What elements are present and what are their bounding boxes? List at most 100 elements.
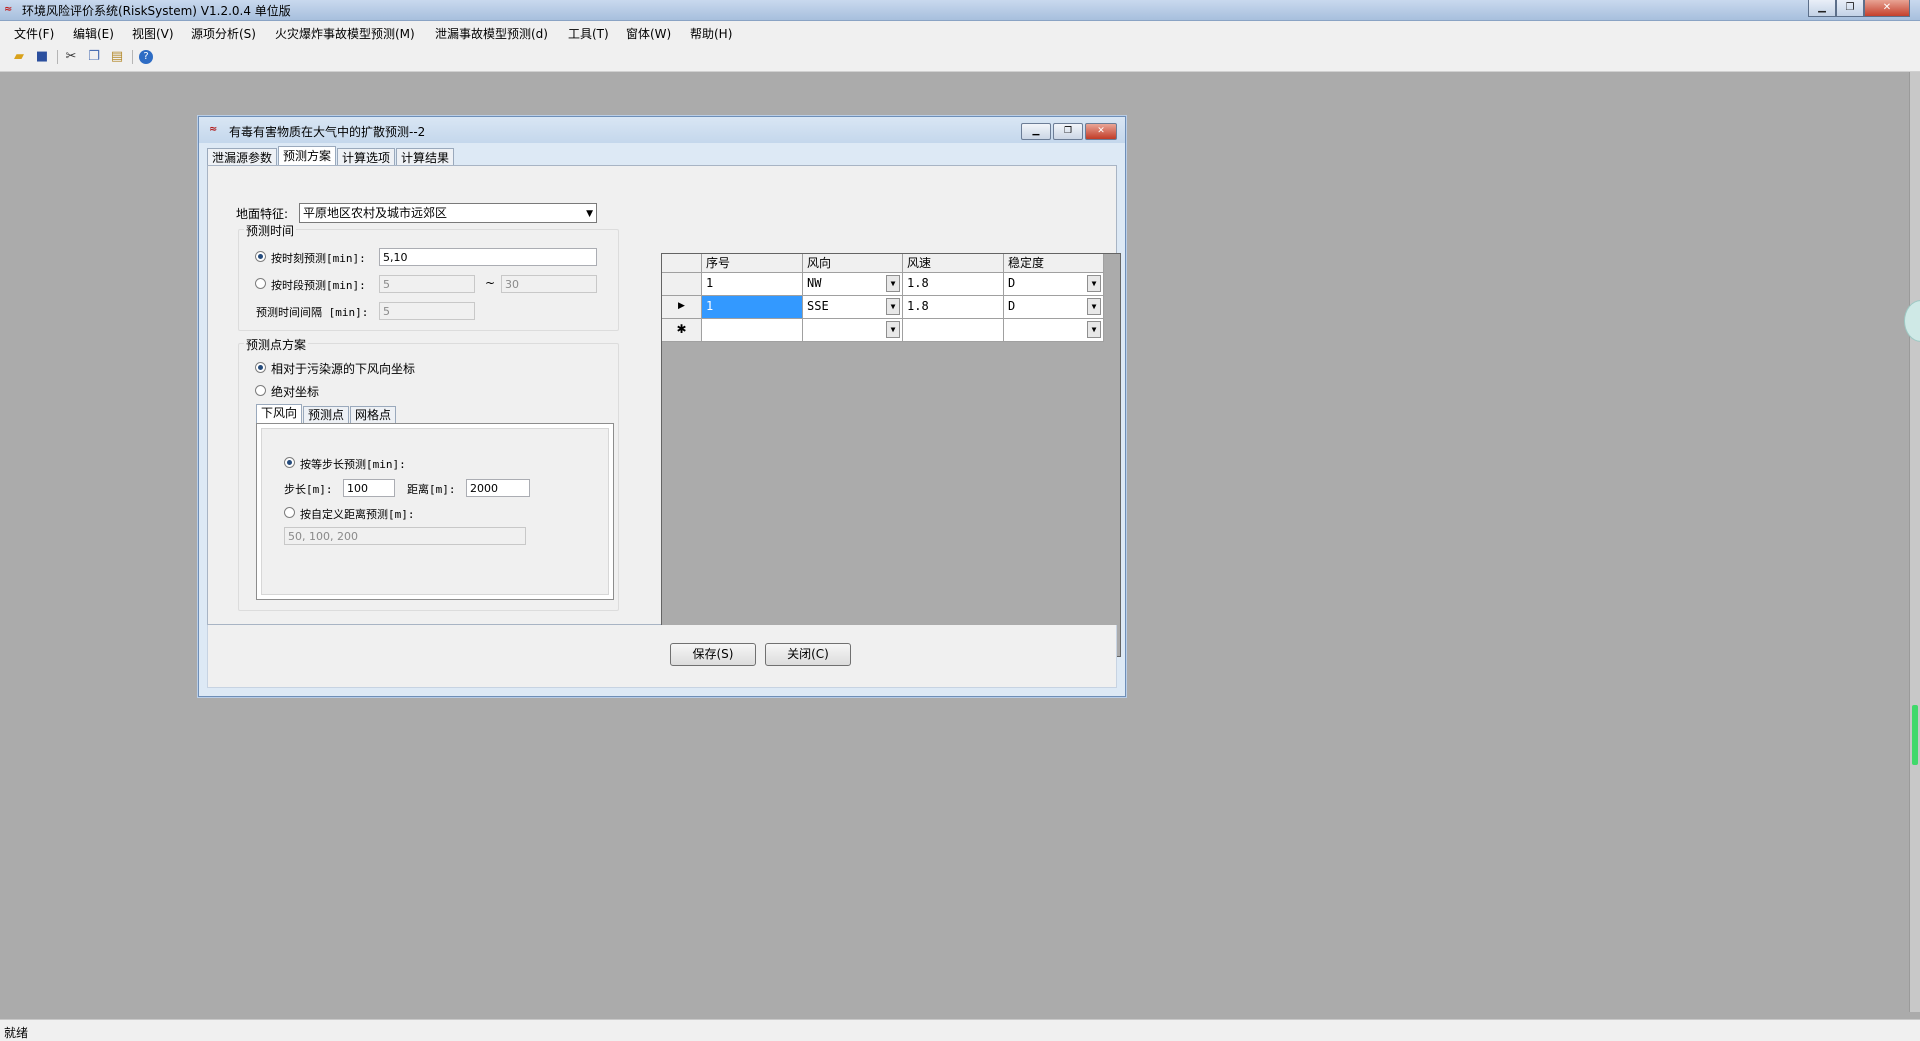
table-cell-wind-speed[interactable] [903, 319, 1004, 342]
stability-value: D [1008, 299, 1016, 313]
custom-distance-label: 按自定义距离预测[m]: [300, 508, 415, 521]
table-cell-no[interactable]: 1 [702, 296, 803, 319]
by-moment-label: 按时刻预测[min]: [271, 252, 366, 265]
side-indicator [1912, 705, 1918, 765]
custom-distance-radio[interactable] [284, 507, 295, 518]
custom-distance-input[interactable]: 50, 100, 200 [284, 527, 526, 545]
close-icon[interactable]: ✕ [1864, 0, 1910, 17]
period-to-input[interactable]: 30 [501, 275, 597, 293]
dialog-footer: 保存(S) 关闭(C) [207, 625, 1117, 688]
table-cell-wind-speed[interactable]: 1.8 [903, 273, 1004, 296]
absolute-coord-radio[interactable] [255, 385, 266, 396]
toolbar-separator [57, 50, 58, 64]
absolute-coord-label: 绝对坐标 [271, 385, 320, 399]
by-period-label: 按时段预测[min]: [271, 279, 366, 292]
interval-label: 预测时间间隔 [min]: [256, 306, 369, 319]
menu-edit[interactable]: 编辑(E) [73, 25, 114, 42]
maximize-icon[interactable]: ❐ [1836, 0, 1864, 17]
copy-icon[interactable]: ❐ [86, 49, 102, 65]
prediction-time-group-label: 预测时间 [244, 222, 297, 239]
step-label: 步长[m]: [284, 483, 333, 496]
column-header-wind-speed[interactable]: 风速 [903, 254, 1004, 273]
restore-icon[interactable]: ❐ [1053, 123, 1083, 140]
chevron-down-icon[interactable]: ▼ [1087, 321, 1101, 338]
chevron-down-icon[interactable]: ▼ [886, 275, 900, 292]
menu-leak-model[interactable]: 泄漏事故模型预测(d) [435, 25, 548, 42]
table-cell-wind-speed[interactable]: 1.8 [903, 296, 1004, 319]
cut-icon[interactable]: ✂ [63, 49, 79, 65]
dialog-title: 有毒有害物质在大气中的扩散预测--2 [229, 125, 426, 139]
range-tilde: ~ [485, 276, 496, 290]
table-cell-wind-direction[interactable]: SSE ▼ [803, 296, 903, 319]
chevron-down-icon: ▼ [586, 209, 593, 219]
column-header-no[interactable]: 序号 [702, 254, 803, 273]
table-cell-wind-direction[interactable]: NW ▼ [803, 273, 903, 296]
right-edge-scrollbar[interactable] [1909, 72, 1920, 1012]
table-cell-stability[interactable]: ▼ [1004, 319, 1104, 342]
stability-value: D [1008, 276, 1016, 290]
wind-direction-value: NW [807, 276, 822, 290]
row-header-new-row-icon[interactable]: ✱ [662, 319, 702, 342]
grid-corner-header [662, 254, 702, 273]
app-logo-icon: ≈ [4, 4, 13, 15]
column-header-stability[interactable]: 稳定度 [1004, 254, 1104, 273]
diffusion-prediction-dialog: ≈ 有毒有害物质在大气中的扩散预测--2 ▁ ❐ ✕ 泄漏源参数 预测方案 计算… [198, 116, 1126, 697]
dialog-controls: ▁ ❐ ✕ [1021, 123, 1117, 140]
distance-label: 距离[m]: [407, 483, 456, 496]
menu-file[interactable]: 文件(F) [14, 25, 54, 42]
by-period-radio[interactable] [255, 278, 266, 289]
menu-help[interactable]: 帮助(H) [690, 25, 732, 42]
wind-direction-value: SSE [807, 299, 829, 313]
column-header-wind-direction[interactable]: 风向 [803, 254, 903, 273]
table-cell-wind-direction[interactable]: ▼ [803, 319, 903, 342]
ground-feature-select[interactable]: 平原地区农村及城市远郊区 ▼ [299, 203, 597, 223]
equal-step-radio[interactable] [284, 457, 295, 468]
interval-input[interactable]: 5 [379, 302, 475, 320]
table-cell-no[interactable]: 1 [702, 273, 803, 296]
row-header[interactable] [662, 273, 702, 296]
status-text: 就绪 [4, 1026, 29, 1040]
status-bar: 就绪 [0, 1019, 1920, 1041]
ground-feature-value: 平原地区农村及城市远郊区 [303, 206, 448, 220]
chevron-down-icon[interactable]: ▼ [886, 321, 900, 338]
minimize-icon[interactable]: ▁ [1808, 0, 1836, 17]
minimize-icon[interactable]: ▁ [1021, 123, 1051, 140]
tab-prediction-points[interactable]: 预测点 [303, 406, 350, 423]
menu-bar: 文件(F) 编辑(E) 视图(V) 源项分析(S) 火灾爆炸事故模型预测(M) … [0, 21, 1920, 43]
equal-step-label: 按等步长预测[min]: [300, 458, 406, 471]
tab-downwind[interactable]: 下风向 [256, 404, 303, 424]
close-icon[interactable]: ✕ [1085, 123, 1117, 140]
tab-grid-points[interactable]: 网格点 [350, 406, 397, 423]
table-cell-stability[interactable]: D ▼ [1004, 273, 1104, 296]
chevron-down-icon[interactable]: ▼ [1087, 275, 1101, 292]
open-folder-icon[interactable]: ▰ [11, 49, 27, 65]
by-moment-input[interactable]: 5,10 [379, 248, 597, 266]
chevron-down-icon[interactable]: ▼ [886, 298, 900, 315]
chevron-down-icon[interactable]: ▼ [1087, 298, 1101, 315]
step-input[interactable]: 100 [343, 479, 395, 497]
menu-source-analysis[interactable]: 源项分析(S) [191, 25, 256, 42]
table-cell-no[interactable] [702, 319, 803, 342]
period-from-input[interactable]: 5 [379, 275, 475, 293]
menu-tools[interactable]: 工具(T) [568, 25, 609, 42]
table-cell-stability[interactable]: D ▼ [1004, 296, 1104, 319]
prediction-point-group-label: 预测点方案 [244, 336, 309, 353]
save-button[interactable]: 保存(S) [670, 643, 756, 666]
downwind-panel: 按等步长预测[min]: 步长[m]: 100 距离[m]: 2000 按自定义… [256, 423, 614, 600]
relative-coord-label: 相对于污染源的下风向坐标 [271, 362, 416, 376]
row-header-current-row-icon[interactable]: ▶ [662, 296, 702, 319]
menu-window[interactable]: 窗体(W) [626, 25, 671, 42]
paste-icon[interactable]: ▤ [109, 49, 125, 65]
ground-feature-label: 地面特征: [236, 207, 289, 221]
by-moment-radio[interactable] [255, 251, 266, 262]
save-icon[interactable]: ■ [34, 49, 50, 65]
relative-coord-radio[interactable] [255, 362, 266, 373]
close-button[interactable]: 关闭(C) [765, 643, 851, 666]
weather-conditions-grid: 序号 风向 风速 稳定度 1 NW ▼ 1.8 D ▼ ▶ 1 SSE ▼ 1.… [661, 253, 1121, 657]
toolbar-separator [132, 50, 133, 64]
help-icon[interactable]: ? [139, 50, 153, 64]
menu-view[interactable]: 视图(V) [132, 25, 174, 42]
floating-assistant-icon[interactable] [1904, 300, 1920, 342]
distance-input[interactable]: 2000 [466, 479, 530, 497]
menu-fire-explosion[interactable]: 火灾爆炸事故模型预测(M) [275, 25, 415, 42]
